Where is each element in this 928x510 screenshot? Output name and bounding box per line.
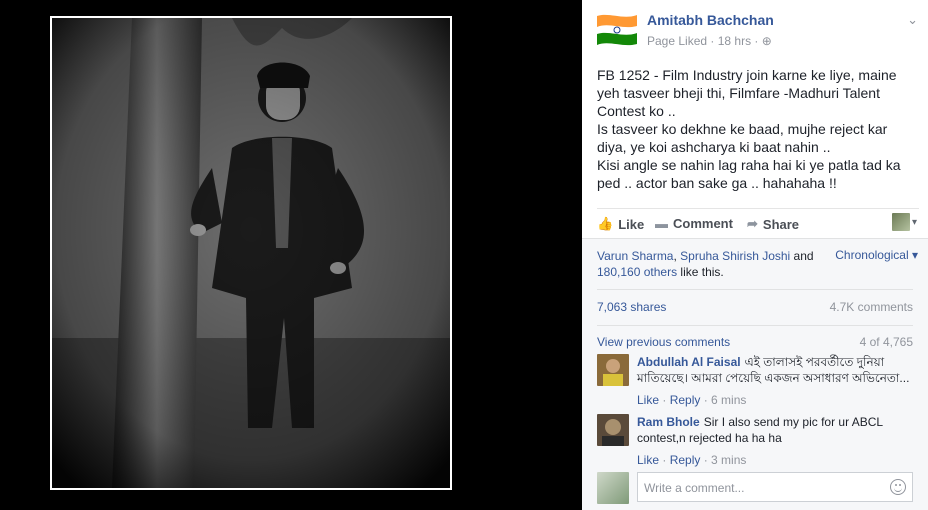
comment-icon: ▬ xyxy=(655,216,668,231)
page-name[interactable]: Amitabh Bachchan xyxy=(647,12,774,28)
india-flag-icon xyxy=(597,10,637,50)
comment-actions: Like · Reply · 6 mins xyxy=(637,392,913,408)
post-meta-text[interactable]: Page Liked · 18 hrs · xyxy=(647,34,762,48)
others-link[interactable]: 180,160 others xyxy=(597,265,677,279)
comment-placeholder: Write a comment... xyxy=(644,481,745,495)
dot-separator: · xyxy=(700,393,712,407)
chevron-down-icon[interactable]: ⌄ xyxy=(907,12,918,28)
commenter-photo xyxy=(597,354,629,386)
liker-link[interactable]: Varun Sharma xyxy=(597,249,673,263)
dot-separator: · xyxy=(659,393,670,407)
liker-link[interactable]: Spruha Shirish Joshi xyxy=(680,249,790,263)
avatar[interactable] xyxy=(597,354,629,386)
like-summary: Varun Sharma, Spruha Shirish Joshi and 1… xyxy=(597,248,837,280)
comment-actions: Like · Reply · 3 mins xyxy=(637,452,913,468)
dot-separator: · xyxy=(700,453,712,467)
shares-link[interactable]: 7,063 shares xyxy=(597,300,666,314)
comment-author[interactable]: Ram Bhole xyxy=(637,415,700,429)
view-previous-comments-link[interactable]: View previous comments xyxy=(597,335,730,349)
post-header: Amitabh Bachchan Page Liked · 18 hrs · ⊕… xyxy=(597,10,918,50)
globe-icon: ⊕ xyxy=(761,34,772,48)
post-panel: Amitabh Bachchan Page Liked · 18 hrs · ⊕… xyxy=(582,0,928,510)
photo-viewer[interactable] xyxy=(0,0,582,509)
comment-body: Ram Bhole Sir I also send my pic for ur A… xyxy=(637,414,913,468)
post-text: FB 1252 - Film Industry join karne ke li… xyxy=(597,67,901,191)
commenter-photo xyxy=(597,414,629,446)
post-meta: Page Liked · 18 hrs · ⊕ xyxy=(647,34,772,48)
comment-reply-link[interactable]: Reply xyxy=(670,453,701,467)
avatar xyxy=(597,472,629,504)
view-as-selector[interactable]: ▾ xyxy=(891,213,917,231)
comment-composer: Write a comment... xyxy=(597,472,913,504)
page-avatar[interactable] xyxy=(597,10,637,50)
avatar[interactable] xyxy=(597,414,629,446)
comment-input[interactable]: Write a comment... xyxy=(637,472,913,502)
comment-order-dropdown[interactable]: Chronological ▾ xyxy=(835,248,918,262)
comment-like-link[interactable]: Like xyxy=(637,393,659,407)
like-and: and xyxy=(790,249,814,263)
thumbs-up-icon: 👍 xyxy=(597,216,614,231)
action-bar: 👍 Like ▬ Comment ➦ Share ▾ xyxy=(597,208,919,239)
comment-time[interactable]: 6 mins xyxy=(711,393,746,407)
feedback-section: Varun Sharma, Spruha Shirish Joshi and 1… xyxy=(582,238,928,510)
photo-illustration xyxy=(52,18,450,488)
view-previous-row: View previous comments 4 of 4,765 xyxy=(597,325,913,349)
comment-reply-link[interactable]: Reply xyxy=(670,393,701,407)
like-button[interactable]: 👍 Like xyxy=(597,216,644,232)
caret-down-icon: ▾ xyxy=(911,216,917,228)
post-photo[interactable] xyxy=(50,16,452,490)
dot-separator: · xyxy=(659,453,670,467)
viewer-avatar xyxy=(891,213,910,231)
comment-time[interactable]: 3 mins xyxy=(711,453,746,467)
comment-author[interactable]: Abdullah Al Faisal xyxy=(637,355,741,369)
like-this-text: like this. xyxy=(677,265,724,279)
comment-like-link[interactable]: Like xyxy=(637,453,659,467)
share-button[interactable]: ➦ Share xyxy=(747,216,799,232)
comment-counter: 4 of 4,765 xyxy=(859,335,913,349)
share-icon: ➦ xyxy=(747,216,758,231)
comment-body: Abdullah Al Faisal এই তালাস‌ই পরবর্তীতে দ… xyxy=(637,354,913,408)
comments-count[interactable]: 4.7K comments xyxy=(830,300,913,314)
emoji-icon[interactable] xyxy=(890,479,906,495)
share-label: Share xyxy=(762,216,800,232)
comment-button[interactable]: ▬ Comment xyxy=(655,216,733,231)
like-label: Like xyxy=(618,216,645,232)
shares-row: 7,063 shares 4.7K comments xyxy=(597,289,913,326)
comment-label: Comment xyxy=(673,216,733,231)
